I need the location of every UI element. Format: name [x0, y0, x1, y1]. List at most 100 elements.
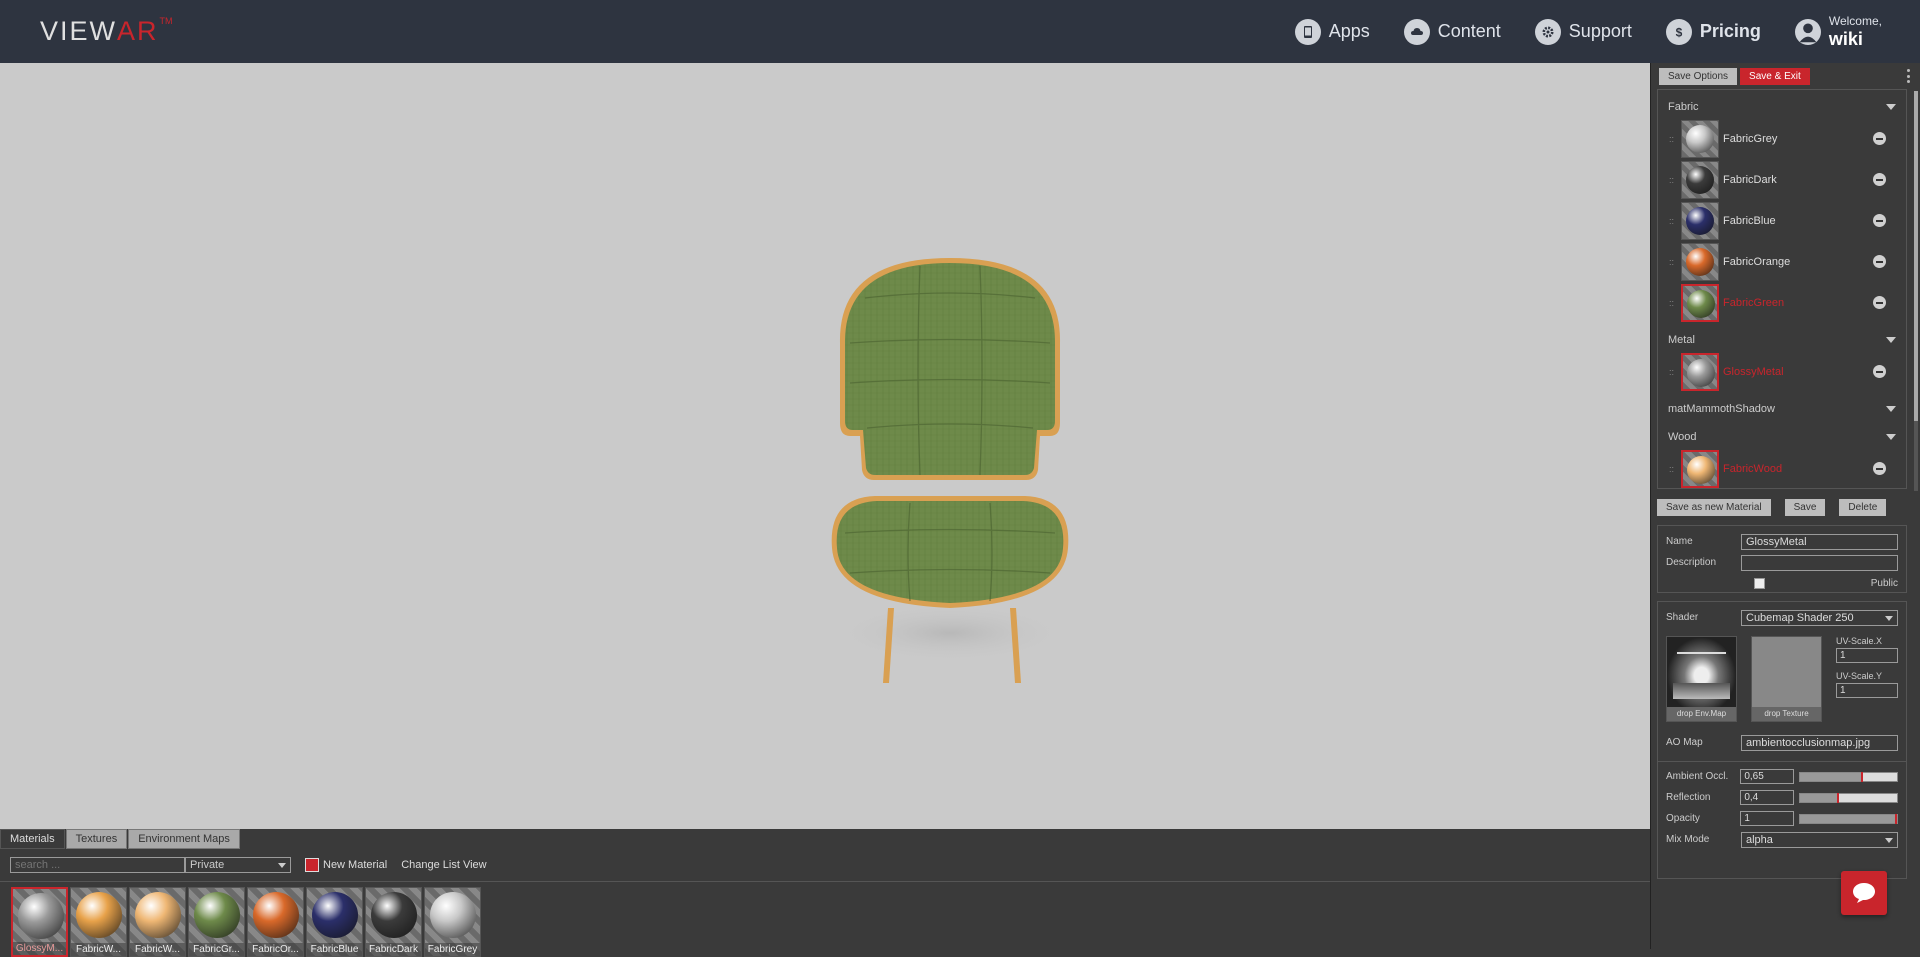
material-thumbnail: [1681, 160, 1719, 199]
mix-mode-select[interactable]: alpha: [1741, 831, 1898, 848]
material-name: FabricOrange: [1723, 255, 1791, 268]
viewar-logo[interactable]: VIEW AR TM: [40, 14, 173, 48]
material-row[interactable]: :: FabricOrange: [1658, 241, 1906, 282]
save-exit-button[interactable]: Save & Exit: [1740, 68, 1810, 85]
material-name: FabricWood: [1723, 462, 1783, 475]
library-material-item[interactable]: FabricW...: [70, 887, 127, 957]
save-as-new-material-button[interactable]: Save as new Material: [1657, 499, 1771, 516]
mix-mode-value: alpha: [1746, 833, 1773, 846]
reflection-slider[interactable]: [1798, 792, 1898, 803]
material-row[interactable]: :: FabricDark: [1658, 159, 1906, 200]
library-items: GlossyM... FabricW... FabricW... FabricGr..…: [0, 887, 1650, 957]
tab-materials[interactable]: Materials: [0, 829, 65, 849]
material-group-name: Metal: [1668, 334, 1695, 346]
ambient-occlusion-field[interactable]: 0,65: [1740, 769, 1794, 784]
library-material-label: FabricW...: [71, 943, 126, 956]
library-material-item[interactable]: FabricDark: [365, 887, 422, 957]
welcome-label: Welcome,: [1828, 14, 1882, 28]
uv-scale-x-label: UV-Scale.X: [1836, 636, 1883, 646]
name-field[interactable]: GlossyMetal: [1741, 533, 1898, 550]
material-row[interactable]: :: FabricGrey: [1658, 118, 1906, 159]
drag-handle-icon[interactable]: ::: [1669, 257, 1681, 267]
remove-material-icon[interactable]: [1873, 462, 1886, 475]
material-preview-sphere: [371, 892, 417, 938]
chat-button[interactable]: [1841, 871, 1887, 915]
library-material-item[interactable]: FabricGrey: [424, 887, 481, 957]
material-name: FabricBlue: [1723, 214, 1776, 227]
tab-environment-maps[interactable]: Environment Maps: [128, 829, 240, 849]
nav-pricing[interactable]: $ Pricing: [1665, 18, 1761, 45]
opacity-slider[interactable]: [1798, 813, 1898, 824]
remove-material-icon[interactable]: [1873, 132, 1886, 145]
more-options-icon[interactable]: [1907, 69, 1910, 83]
remove-material-icon[interactable]: [1873, 365, 1886, 378]
remove-material-icon[interactable]: [1873, 296, 1886, 309]
material-name: FabricGrey: [1723, 132, 1778, 145]
material-row[interactable]: :: FabricWood: [1658, 448, 1906, 488]
ao-map-field[interactable]: ambientocclusionmap.jpg: [1741, 734, 1898, 751]
save-button[interactable]: Save: [1784, 499, 1826, 516]
change-list-view-button[interactable]: Change List View: [401, 859, 486, 871]
material-row[interactable]: :: FabricGreen: [1658, 282, 1906, 323]
drop-texture-label: drop Texture: [1752, 707, 1821, 721]
envmap-dropzone[interactable]: drop Env.Map: [1666, 636, 1737, 722]
name-label: Name: [1666, 536, 1693, 547]
nav-content[interactable]: Content: [1403, 18, 1501, 45]
remove-material-icon[interactable]: [1873, 214, 1886, 227]
nav-support[interactable]: Support: [1534, 18, 1632, 45]
remove-material-icon[interactable]: [1873, 255, 1886, 268]
logo-text-view: VIEW: [40, 15, 118, 46]
material-group-header[interactable]: Fabric: [1658, 96, 1906, 118]
library-material-item[interactable]: FabricW...: [129, 887, 186, 957]
public-checkbox[interactable]: [1754, 578, 1765, 589]
delete-button[interactable]: Delete: [1839, 499, 1887, 516]
material-group-header[interactable]: Wood: [1658, 426, 1906, 448]
material-list-scrollbar[interactable]: [1914, 91, 1918, 491]
chair-model[interactable]: [820, 258, 1080, 688]
3d-viewport[interactable]: [0, 63, 1650, 829]
visibility-filter-select[interactable]: Private: [185, 857, 291, 873]
chevron-down-icon[interactable]: [1886, 337, 1896, 343]
library-material-item[interactable]: FabricOr...: [247, 887, 304, 957]
chevron-down-icon[interactable]: [1886, 434, 1896, 440]
user-menu[interactable]: Welcome, wiki: [1794, 14, 1882, 48]
drag-handle-icon[interactable]: ::: [1669, 216, 1681, 226]
drag-handle-icon[interactable]: ::: [1669, 134, 1681, 144]
envmap-preview: [1667, 637, 1736, 707]
drag-handle-icon[interactable]: ::: [1669, 464, 1681, 474]
chevron-down-icon[interactable]: [1886, 104, 1896, 110]
ambient-occlusion-slider[interactable]: [1798, 771, 1898, 782]
library-material-item[interactable]: FabricBlue: [306, 887, 363, 957]
drag-handle-icon[interactable]: ::: [1669, 298, 1681, 308]
shader-label: Shader: [1666, 612, 1699, 623]
material-row[interactable]: :: GlossyMetal: [1658, 351, 1906, 392]
material-preview-sphere: [430, 892, 476, 938]
material-row[interactable]: :: FabricBlue: [1658, 200, 1906, 241]
drag-handle-icon[interactable]: ::: [1669, 175, 1681, 185]
opacity-field[interactable]: 1: [1740, 811, 1794, 826]
library-material-item[interactable]: FabricGr...: [188, 887, 245, 957]
save-options-button[interactable]: Save Options: [1659, 68, 1738, 85]
drag-handle-icon[interactable]: ::: [1669, 367, 1681, 377]
tab-textures[interactable]: Textures: [65, 829, 128, 849]
search-input[interactable]: [10, 857, 185, 873]
material-group-header[interactable]: matMammothShadow: [1658, 398, 1906, 420]
library-divider: [0, 881, 1650, 882]
visibility-filter-value: Private: [190, 859, 225, 871]
material-group-header[interactable]: Metal: [1658, 329, 1906, 351]
nav-apps[interactable]: Apps: [1294, 18, 1370, 45]
shader-select[interactable]: Cubemap Shader 250: [1741, 609, 1898, 626]
material-preview-sphere: [194, 892, 240, 938]
library-material-item[interactable]: GlossyM...: [11, 887, 68, 957]
remove-material-icon[interactable]: [1873, 173, 1886, 186]
material-preview-sphere: [312, 892, 358, 938]
library-tabs: Materials Textures Environment Maps: [0, 829, 1650, 849]
library-toolbar: Private New Material Change List View: [0, 852, 1650, 878]
reflection-field[interactable]: 0,4: [1740, 790, 1794, 805]
texture-dropzone[interactable]: drop Texture: [1751, 636, 1822, 722]
description-field[interactable]: [1741, 554, 1898, 571]
uv-scale-x-field[interactable]: 1: [1836, 648, 1898, 663]
uv-scale-y-field[interactable]: 1: [1836, 683, 1898, 698]
chevron-down-icon[interactable]: [1886, 406, 1896, 412]
new-material-button[interactable]: New Material: [305, 858, 387, 872]
